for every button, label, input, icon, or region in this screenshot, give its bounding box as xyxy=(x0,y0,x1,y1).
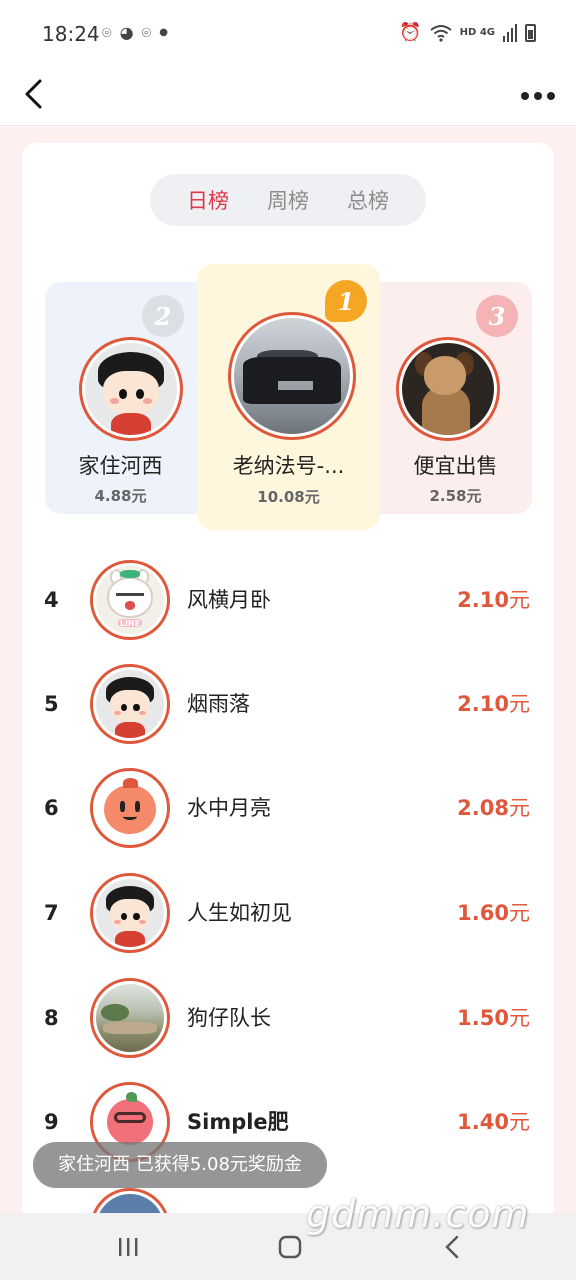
medal-1-icon: 1 xyxy=(325,280,367,322)
podium-second-amount: 4.88元 xyxy=(94,487,147,505)
tab-total[interactable]: 总榜 xyxy=(347,185,389,215)
avatar[interactable] xyxy=(228,312,356,440)
list-item[interactable]: 7 人生如初见 1.60元 xyxy=(22,861,554,965)
tab-weekly[interactable]: 周榜 xyxy=(267,185,309,215)
avatar[interactable] xyxy=(396,337,500,441)
medal-3-icon: 3 xyxy=(476,295,518,337)
landscape-avatar-icon xyxy=(96,984,164,1052)
home-button[interactable] xyxy=(270,1229,310,1265)
podium-third-amount: 2.58元 xyxy=(429,487,482,505)
rank-name: 人生如初见 xyxy=(187,901,292,925)
rank-number: 6 xyxy=(44,796,59,820)
boy-avatar-icon xyxy=(96,670,164,738)
podium-first-amount: 10.08元 xyxy=(257,488,320,506)
avatar[interactable] xyxy=(90,978,170,1058)
podium-third-name: 便宜出售 xyxy=(413,454,498,478)
avatar[interactable] xyxy=(79,337,183,441)
location-icon: ⌾ xyxy=(102,23,112,42)
bear-avatar-icon: LINE xyxy=(96,566,164,634)
tab-daily[interactable]: 日榜 xyxy=(187,185,229,215)
rank-name: 风横月卧 xyxy=(187,588,271,612)
avatar[interactable] xyxy=(90,664,170,744)
battery-icon xyxy=(525,23,536,42)
orange-avatar-icon xyxy=(96,774,164,842)
rank-number: 8 xyxy=(44,1006,59,1030)
more-button[interactable] xyxy=(518,76,558,116)
list-item[interactable]: 8 狗仔队长 1.50元 xyxy=(22,966,554,1070)
list-item[interactable]: 6 水中月亮 2.08元 xyxy=(22,756,554,860)
rank-amount: 2.10元 xyxy=(457,588,530,612)
rank-amount: 2.08元 xyxy=(457,796,530,820)
podium-first-name: 老纳法号-... xyxy=(232,454,345,478)
boy-avatar-icon xyxy=(96,879,164,947)
podium-second-name: 家住河西 xyxy=(78,454,163,478)
watermark: gdmm.com xyxy=(306,1192,530,1236)
boy-avatar-icon xyxy=(85,343,177,435)
rank-amount: 1.40元 xyxy=(457,1110,530,1134)
status-right-icons: ⏰ HD 4G xyxy=(399,22,536,43)
avatar[interactable] xyxy=(90,873,170,953)
list-item[interactable]: 5 烟雨落 2.10元 xyxy=(22,652,554,756)
rank-name: 烟雨落 xyxy=(187,692,250,716)
rank-number: 4 xyxy=(44,588,59,612)
status-bar: 18:24 ⌾ ◕ ⌾ ● ⏰ HD 4G xyxy=(0,0,576,66)
list-item[interactable]: 4 LINE 风横月卧 2.10元 xyxy=(22,548,554,652)
recent-apps-icon xyxy=(119,1238,138,1256)
rank-amount: 1.60元 xyxy=(457,901,530,925)
dog-avatar-icon xyxy=(402,343,494,435)
wifi-icon xyxy=(430,24,452,42)
alarm-icon: ⏰ xyxy=(399,22,422,43)
rank-name: 狗仔队长 xyxy=(187,1006,271,1030)
nav-bar xyxy=(0,66,576,126)
more-dots-icon xyxy=(521,92,529,100)
status-time: 18:24 xyxy=(42,22,100,46)
period-tabs: 日榜 周榜 总榜 xyxy=(150,174,426,226)
location-icon: ⌾ xyxy=(141,23,152,42)
signal-icon xyxy=(503,23,517,42)
car-avatar-icon xyxy=(234,318,350,434)
avatar[interactable] xyxy=(90,768,170,848)
back-icon xyxy=(445,1235,459,1259)
rank-name: 水中月亮 xyxy=(187,796,271,820)
wechat-icon: ◕ xyxy=(119,23,134,42)
line-tag-label: LINE xyxy=(117,619,143,628)
rank-number: 5 xyxy=(44,692,59,716)
network-label: HD 4G xyxy=(459,27,495,38)
rank-amount: 1.50元 xyxy=(457,1006,530,1030)
home-icon xyxy=(278,1235,302,1259)
chevron-left-icon xyxy=(25,79,42,109)
rank-number: 7 xyxy=(44,901,59,925)
reward-toast: 家住河西 已获得5.08元奖励金 xyxy=(33,1142,327,1188)
medal-2-icon: 2 xyxy=(142,295,184,337)
back-button[interactable] xyxy=(14,72,54,116)
avatar[interactable]: LINE xyxy=(90,560,170,640)
rank-amount: 2.10元 xyxy=(457,692,530,716)
recent-apps-button[interactable] xyxy=(108,1229,148,1265)
status-left-icons: ⌾ ◕ ⌾ ● xyxy=(102,24,168,42)
dot-icon: ● xyxy=(159,27,168,38)
